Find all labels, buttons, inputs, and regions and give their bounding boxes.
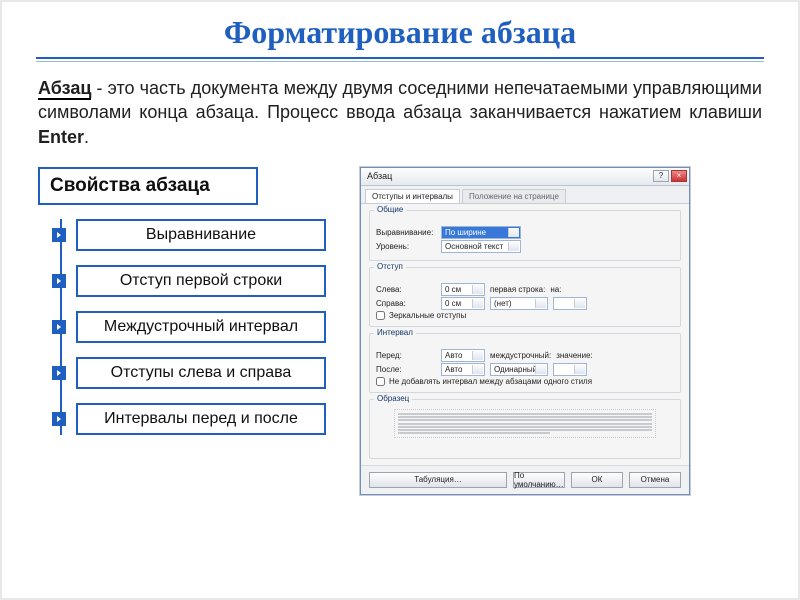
- ok-button[interactable]: ОК: [571, 472, 623, 488]
- mirror-indent-checkbox[interactable]: Зеркальные отступы: [376, 311, 674, 320]
- group-indent: Отступ Слева: 0 см первая строка: на: Сп…: [369, 267, 681, 327]
- tree-item: Междустрочный интервал: [62, 311, 338, 343]
- property-box: Интервалы перед и после: [76, 403, 326, 435]
- definition-text-1: - это часть документа между двумя соседн…: [38, 78, 762, 122]
- title-divider: [36, 57, 764, 59]
- line-value-label: значение:: [556, 351, 593, 360]
- no-merge-check[interactable]: [376, 377, 385, 386]
- tab-indents[interactable]: Отступы и интервалы: [365, 189, 460, 203]
- level-combo[interactable]: Основной текст: [441, 240, 521, 253]
- page-title: Форматирование абзаца: [2, 14, 798, 51]
- line-spacing-label: междустрочный:: [490, 351, 551, 360]
- key-enter: Enter: [38, 127, 84, 147]
- dialog-tabs: Отступы и интервалы Положение на страниц…: [361, 186, 689, 204]
- before-input[interactable]: Авто: [441, 349, 485, 362]
- right-indent-input[interactable]: 0 см: [441, 297, 485, 310]
- properties-header: Свойства абзаца: [50, 175, 210, 196]
- property-box: Выравнивание: [76, 219, 326, 251]
- tree-marker-icon: [52, 274, 66, 288]
- tree-item: Интервалы перед и после: [62, 403, 338, 435]
- cancel-button[interactable]: Отмена: [629, 472, 681, 488]
- before-label: Перед:: [376, 351, 436, 360]
- on-label: на:: [550, 285, 566, 294]
- first-line-value-input[interactable]: [553, 297, 587, 310]
- property-box: Междустрочный интервал: [76, 311, 326, 343]
- preview-label: Образец: [374, 394, 412, 403]
- after-input[interactable]: Авто: [441, 363, 485, 376]
- group-label: Интервал: [374, 328, 416, 337]
- mirror-indent-label: Зеркальные отступы: [389, 311, 466, 320]
- tree-item: Отступ первой строки: [62, 265, 338, 297]
- tree-marker-icon: [52, 366, 66, 380]
- paragraph-dialog: Абзац ? × Отступы и интервалы Положение …: [360, 167, 690, 495]
- close-icon[interactable]: ×: [671, 170, 687, 182]
- right-indent-label: Справа:: [376, 299, 436, 308]
- align-label: Выравнивание:: [376, 228, 436, 237]
- no-merge-label: Не добавлять интервал между абзацами одн…: [389, 377, 592, 386]
- property-box: Отступы слева и справа: [76, 357, 326, 389]
- properties-tree: Выравнивание Отступ первой строки Междус…: [60, 219, 338, 435]
- group-label: Отступ: [374, 262, 406, 271]
- definition-text-2: .: [84, 127, 89, 147]
- mirror-indent-check[interactable]: [376, 311, 385, 320]
- properties-header-box: Свойства абзаца: [38, 167, 258, 205]
- tree-marker-icon: [52, 412, 66, 426]
- line-value-input[interactable]: [553, 363, 587, 376]
- definition-paragraph: Абзац - это часть документа между двумя …: [38, 76, 762, 149]
- dialog-titlebar: Абзац ? ×: [361, 168, 689, 186]
- tabs-button[interactable]: Табуляция…: [369, 472, 507, 488]
- align-combo[interactable]: По ширине: [441, 226, 521, 239]
- properties-diagram: Свойства абзаца Выравнивание Отступ перв…: [38, 167, 338, 495]
- tree-item: Выравнивание: [62, 219, 338, 251]
- tab-position[interactable]: Положение на странице: [462, 189, 566, 203]
- tree-item: Отступы слева и справа: [62, 357, 338, 389]
- after-label: После:: [376, 365, 436, 374]
- no-merge-checkbox[interactable]: Не добавлять интервал между абзацами одн…: [376, 377, 674, 386]
- first-line-combo[interactable]: (нет): [490, 297, 548, 310]
- preview-group: Образец: [369, 399, 681, 459]
- dialog-title: Абзац: [367, 171, 392, 181]
- preview-paragraph: [394, 409, 656, 439]
- default-button[interactable]: По умолчанию…: [513, 472, 565, 488]
- group-label: Общие: [374, 205, 406, 214]
- left-indent-input[interactable]: 0 см: [441, 283, 485, 296]
- left-indent-label: Слева:: [376, 285, 436, 294]
- first-line-label: первая строка:: [490, 285, 545, 294]
- group-spacing: Интервал Перед: Авто междустрочный: знач…: [369, 333, 681, 393]
- line-spacing-combo[interactable]: Одинарный: [490, 363, 548, 376]
- title-divider-thin: [36, 61, 764, 62]
- term-word: Абзац: [38, 78, 91, 100]
- help-icon[interactable]: ?: [653, 170, 669, 182]
- tree-marker-icon: [52, 320, 66, 334]
- group-general: Общие Выравнивание: По ширине Уровень: О…: [369, 210, 681, 261]
- tree-marker-icon: [52, 228, 66, 242]
- level-label: Уровень:: [376, 242, 436, 251]
- property-box: Отступ первой строки: [76, 265, 326, 297]
